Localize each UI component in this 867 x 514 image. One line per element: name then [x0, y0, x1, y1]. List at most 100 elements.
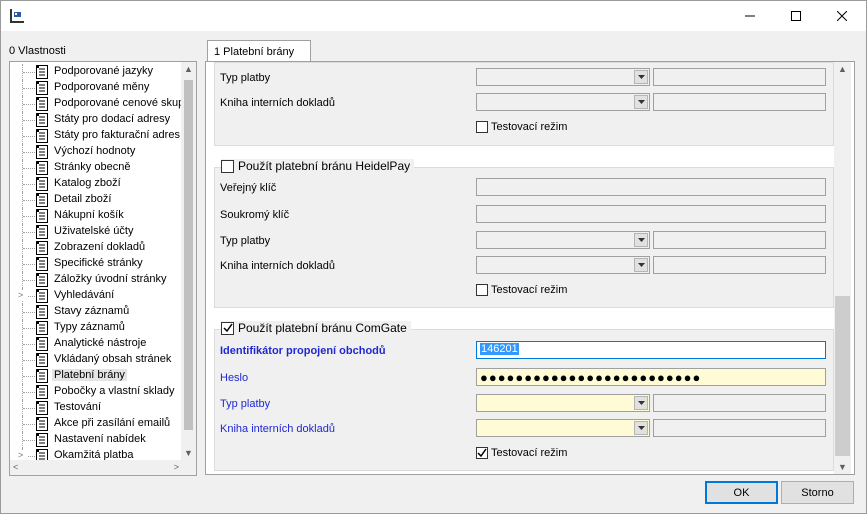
- tree-item[interactable]: Podporované měny: [10, 80, 182, 96]
- testovaci-label: Testovací režim: [491, 121, 568, 133]
- heidelpay-testovaci-row[interactable]: Testovací režim: [476, 284, 567, 296]
- heidelpay-kniha-combo[interactable]: [476, 256, 650, 274]
- tree-item[interactable]: Uživatelské účty: [10, 224, 182, 240]
- close-icon: [837, 11, 847, 21]
- tree-item-label: Výchozí hodnoty: [54, 145, 136, 157]
- tree-item[interactable]: Detail zboží: [10, 192, 182, 208]
- close-button[interactable]: [819, 1, 865, 31]
- document-icon: [36, 305, 48, 319]
- chevron-down-icon[interactable]: [634, 95, 648, 109]
- tree-item[interactable]: Nastavení nabídek: [10, 432, 182, 448]
- comgate-testovaci-row[interactable]: Testovací režim: [476, 447, 567, 459]
- scroll-left-icon[interactable]: <: [13, 462, 18, 472]
- expand-icon[interactable]: >: [18, 291, 27, 300]
- tree-item[interactable]: Pobočky a vlastní sklady: [10, 384, 182, 400]
- heidelpay-legend-label: Použít platební bránu HeidelPay: [238, 159, 411, 173]
- tree-item[interactable]: Analytické nástroje: [10, 336, 182, 352]
- tree-item-label: Nastavení nabídek: [54, 433, 146, 445]
- content-scroll-up-icon[interactable]: ▲: [838, 64, 847, 74]
- testovaci-checkbox[interactable]: [476, 121, 488, 133]
- expand-icon[interactable]: >: [18, 451, 27, 460]
- heidelpay-typ-platby-desc: [653, 231, 826, 249]
- tree-item[interactable]: > Vyhledávání: [10, 288, 182, 304]
- tree-item[interactable]: Specifické stránky: [10, 256, 182, 272]
- heidelpay-legend[interactable]: Použít platební bránu HeidelPay: [221, 159, 415, 173]
- content-scroll-down-icon[interactable]: ▼: [838, 462, 847, 472]
- typ-platby-combo[interactable]: [476, 68, 650, 86]
- tree-item[interactable]: Záložky úvodní stránky: [10, 272, 182, 288]
- scroll-up-icon[interactable]: ▲: [184, 64, 193, 74]
- tree-item-label: Vyhledávání: [54, 289, 115, 301]
- tree-item-label: Podporované cenové skup: [54, 97, 182, 109]
- tree-item[interactable]: Státy pro fakturační adres: [10, 128, 182, 144]
- comgate-enable-checkbox[interactable]: [221, 321, 234, 335]
- scroll-down-icon[interactable]: ▼: [184, 448, 193, 458]
- tree-item[interactable]: > Okamžitá platba: [10, 448, 182, 460]
- tree-item[interactable]: Podporované jazyky: [10, 64, 182, 80]
- tree-item-label: Státy pro dodací adresy: [54, 113, 171, 125]
- tree-horizontal-scrollbar[interactable]: < >: [10, 460, 182, 475]
- identifikator-field[interactable]: 146201: [476, 341, 826, 359]
- content-scrollbar[interactable]: ▲ ▼: [834, 62, 851, 474]
- typ-platby-label: Typ platby: [220, 72, 271, 84]
- tree-item[interactable]: Akce při zasílání emailů: [10, 416, 182, 432]
- tab-platebni-brany[interactable]: 1 Platební brány: [207, 40, 311, 62]
- tree-item[interactable]: Typy záznamů: [10, 320, 182, 336]
- comgate-kniha-label: Kniha interních dokladů: [220, 423, 335, 435]
- content-scroll-thumb[interactable]: [835, 296, 850, 456]
- tree-item-label: Analytické nástroje: [54, 337, 147, 349]
- kniha-combo[interactable]: [476, 93, 650, 111]
- tree-item-label: Akce při zasílání emailů: [54, 417, 171, 429]
- tree-item[interactable]: Vkládaný obsah stránek: [10, 352, 182, 368]
- tree-item-label: Zobrazení dokladů: [54, 241, 146, 253]
- comgate-testovaci-checkbox[interactable]: [476, 447, 488, 459]
- verejny-klic-field[interactable]: [476, 178, 826, 196]
- comgate-kniha-combo[interactable]: [476, 419, 650, 437]
- tree-item[interactable]: Výchozí hodnoty: [10, 144, 182, 160]
- tree-item[interactable]: Podporované cenové skup: [10, 96, 182, 112]
- app-icon: [10, 9, 24, 23]
- scroll-right-icon[interactable]: >: [174, 462, 179, 472]
- chevron-down-icon[interactable]: [634, 258, 648, 272]
- heslo-field[interactable]: ●●●●●●●●●●●●●●●●●●●●●●●●●: [476, 368, 826, 386]
- tree-item[interactable]: Stránky obecně: [10, 160, 182, 176]
- comgate-legend[interactable]: Použít platební bránu ComGate: [221, 321, 411, 335]
- testovaci-checkbox-row[interactable]: Testovací režim: [476, 121, 567, 133]
- cancel-button[interactable]: Storno: [781, 481, 854, 504]
- document-icon: [36, 113, 48, 127]
- minimize-button[interactable]: [727, 1, 773, 31]
- maximize-button[interactable]: [773, 1, 819, 31]
- document-icon: [36, 321, 48, 335]
- tree-item[interactable]: Nákupní košík: [10, 208, 182, 224]
- tree-item[interactable]: Státy pro dodací adresy: [10, 112, 182, 128]
- dialog-window: 0 Vlastnosti Podporované jazyky Podporova…: [0, 0, 867, 514]
- document-icon: [36, 209, 48, 223]
- chevron-down-icon[interactable]: [634, 421, 648, 435]
- chevron-down-icon[interactable]: [634, 396, 648, 410]
- verejny-klic-label: Veřejný klíč: [220, 182, 277, 194]
- comgate-legend-label: Použít platební bránu ComGate: [238, 321, 407, 335]
- comgate-typ-platby-combo[interactable]: [476, 394, 650, 412]
- tree-item[interactable]: Katalog zboží: [10, 176, 182, 192]
- tree-item[interactable]: Stavy záznamů: [10, 304, 182, 320]
- tree-item-label: Podporované měny: [54, 81, 150, 93]
- typ-platby-desc-field: [653, 68, 826, 86]
- title-bar: [1, 1, 866, 31]
- tree-item[interactable]: Platební brány: [10, 368, 182, 384]
- ok-button[interactable]: OK: [705, 481, 778, 504]
- chevron-down-icon[interactable]: [634, 70, 648, 84]
- chevron-down-icon[interactable]: [634, 233, 648, 247]
- soukromy-klic-field[interactable]: [476, 205, 826, 223]
- tree-item[interactable]: Testování: [10, 400, 182, 416]
- heidelpay-testovaci-checkbox[interactable]: [476, 284, 488, 296]
- tree-scroll-thumb[interactable]: [184, 80, 193, 430]
- heidelpay-typ-platby-combo[interactable]: [476, 231, 650, 249]
- heidelpay-typ-platby-label: Typ platby: [220, 235, 271, 247]
- document-icon: [36, 369, 48, 383]
- tree-vertical-scrollbar[interactable]: ▲ ▼: [181, 62, 196, 460]
- soukromy-klic-label: Soukromý klíč: [220, 209, 290, 221]
- tree-item[interactable]: Zobrazení dokladů: [10, 240, 182, 256]
- heidelpay-enable-checkbox[interactable]: [221, 159, 234, 173]
- tree-item-label: Vkládaný obsah stránek: [54, 353, 172, 365]
- tree-item-label: Okamžitá platba: [54, 449, 134, 460]
